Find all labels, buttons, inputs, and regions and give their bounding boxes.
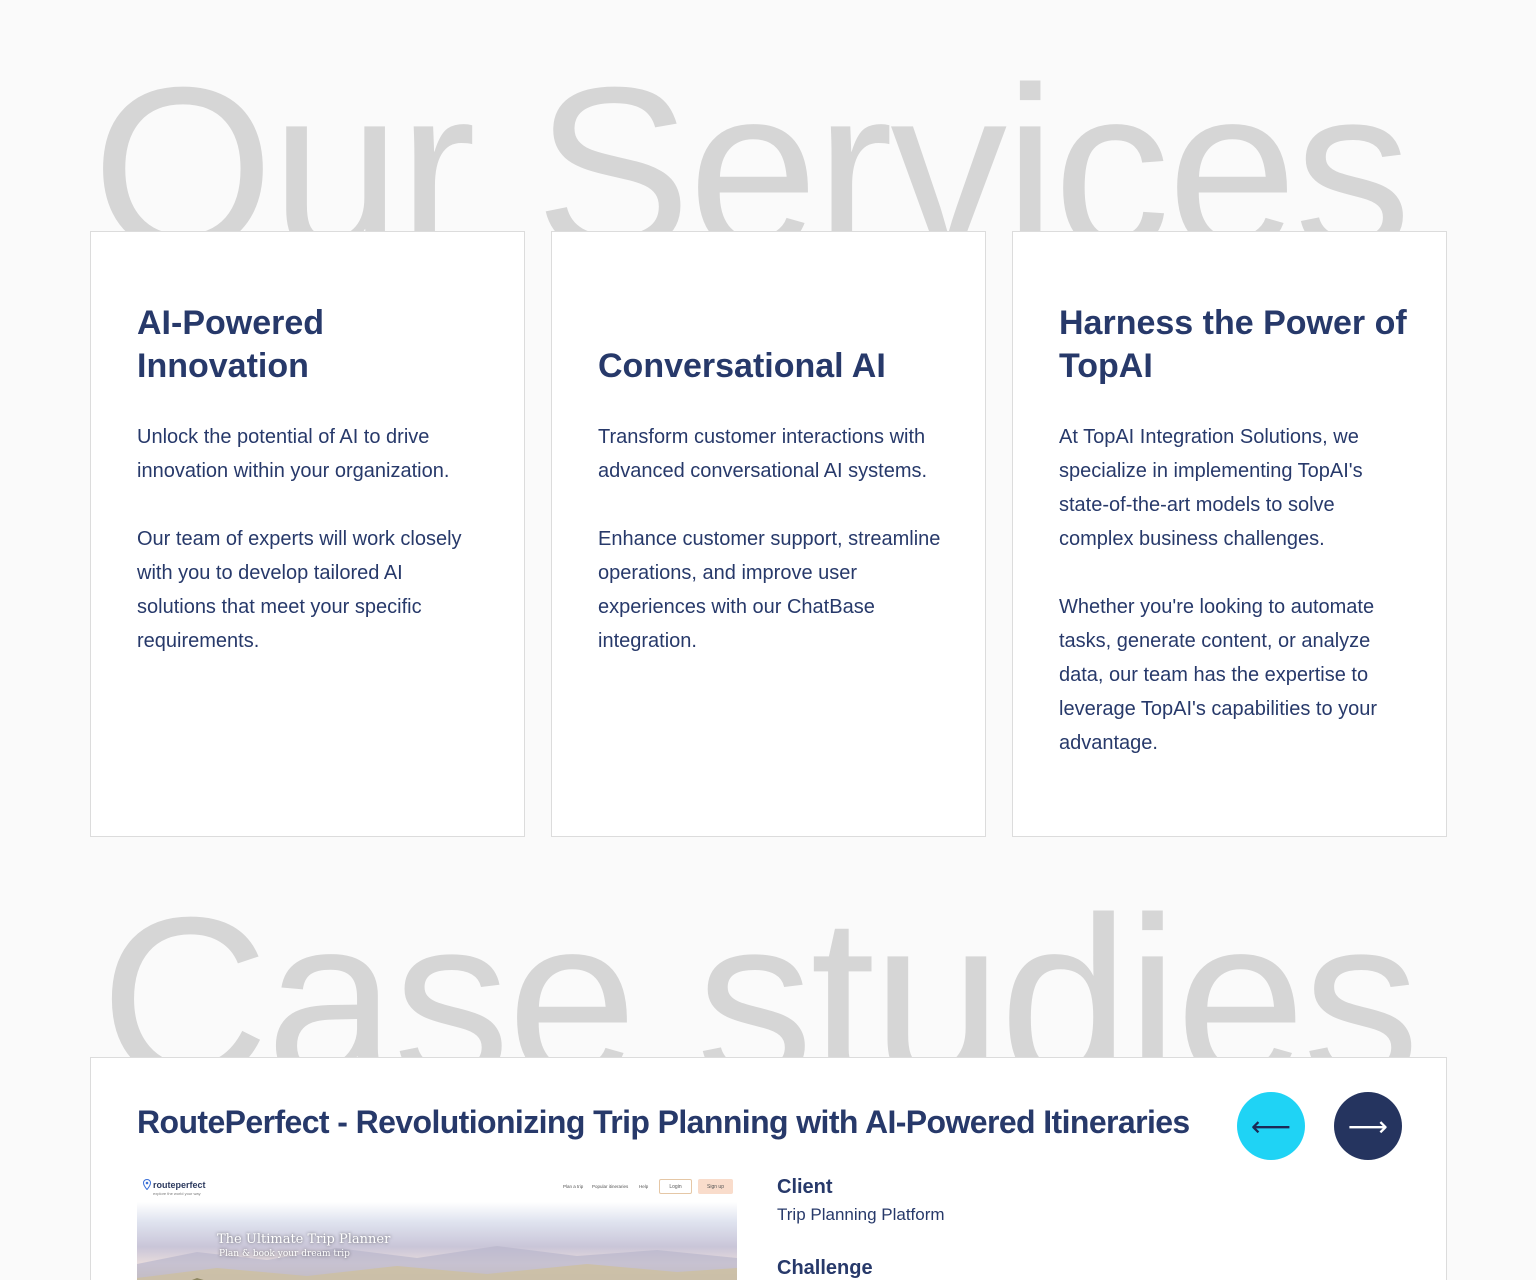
service-card-title: Conversational AI — [598, 347, 886, 385]
service-card-paragraph: Enhance customer support, streamline ope… — [598, 528, 941, 652]
case-study-title: RoutePerfect - Revolutionizing Trip Plan… — [137, 1104, 1190, 1140]
service-card-paragraph: Transform customer interactions with adv… — [598, 426, 928, 482]
previous-case-button[interactable]: ⟵ — [1237, 1092, 1305, 1160]
case-study-screenshot: routeperfect explore the world your way … — [137, 1172, 737, 1280]
service-card-body: Transform customer interactions with adv… — [598, 420, 945, 658]
screenshot-nav-item: Plan a trip — [563, 1184, 584, 1189]
case-study-panel: RoutePerfect - Revolutionizing Trip Plan… — [90, 1057, 1447, 1280]
screenshot-nav-item: Help — [639, 1184, 649, 1189]
service-card-title: AI-Powered Innovation — [137, 304, 325, 385]
screenshot-logo-text: routeperfect — [153, 1179, 206, 1190]
screenshot-header: routeperfect explore the world your way … — [137, 1172, 737, 1202]
challenge-label: Challenge — [777, 1257, 873, 1279]
screenshot-signup-button: Sign up — [698, 1179, 733, 1194]
service-card-ai-innovation: AI-Powered Innovation Unlock the potenti… — [90, 231, 525, 837]
screenshot-login-button: Login — [659, 1179, 692, 1194]
service-card-title: Harness the Power of TopAI — [1059, 304, 1407, 385]
arrow-left-icon: ⟵ — [1250, 1110, 1292, 1142]
client-value: Trip Planning Platform — [777, 1205, 945, 1224]
screenshot-hero-image: The Ultimate Trip Planner Plan & book yo… — [137, 1202, 737, 1280]
next-case-button[interactable]: ⟶ — [1334, 1092, 1402, 1160]
screenshot-hero-title: The Ultimate Trip Planner — [217, 1232, 391, 1247]
location-pin-icon — [143, 1179, 151, 1190]
service-card-paragraph: Our team of experts will work closely wi… — [137, 528, 462, 652]
arrow-right-icon: ⟶ — [1347, 1110, 1389, 1142]
screenshot-logo: routeperfect — [143, 1179, 206, 1190]
service-card-body: At TopAI Integration Solutions, we speci… — [1059, 420, 1406, 760]
service-card-paragraph: At TopAI Integration Solutions, we speci… — [1059, 426, 1363, 550]
page: Our Services AI-Powered Innovation Unloc… — [0, 0, 1536, 1280]
mountain-landscape-image — [137, 1246, 737, 1280]
service-card-conversational-ai: Conversational AI Transform customer int… — [551, 231, 986, 837]
screenshot-logo-tagline: explore the world your way — [153, 1191, 201, 1196]
service-card-body: Unlock the potential of AI to drive inno… — [137, 420, 484, 658]
screenshot-hero-subtitle: Plan & book your dream trip — [219, 1249, 350, 1259]
service-card-paragraph: Unlock the potential of AI to drive inno… — [137, 426, 450, 482]
client-label: Client — [777, 1176, 833, 1198]
service-card-topai: Harness the Power of TopAI At TopAI Inte… — [1012, 231, 1447, 837]
screenshot-nav-item: Popular itineraries — [592, 1184, 629, 1189]
service-card-paragraph: Whether you're looking to automate tasks… — [1059, 596, 1378, 754]
services-cards: AI-Powered Innovation Unlock the potenti… — [90, 231, 1447, 837]
